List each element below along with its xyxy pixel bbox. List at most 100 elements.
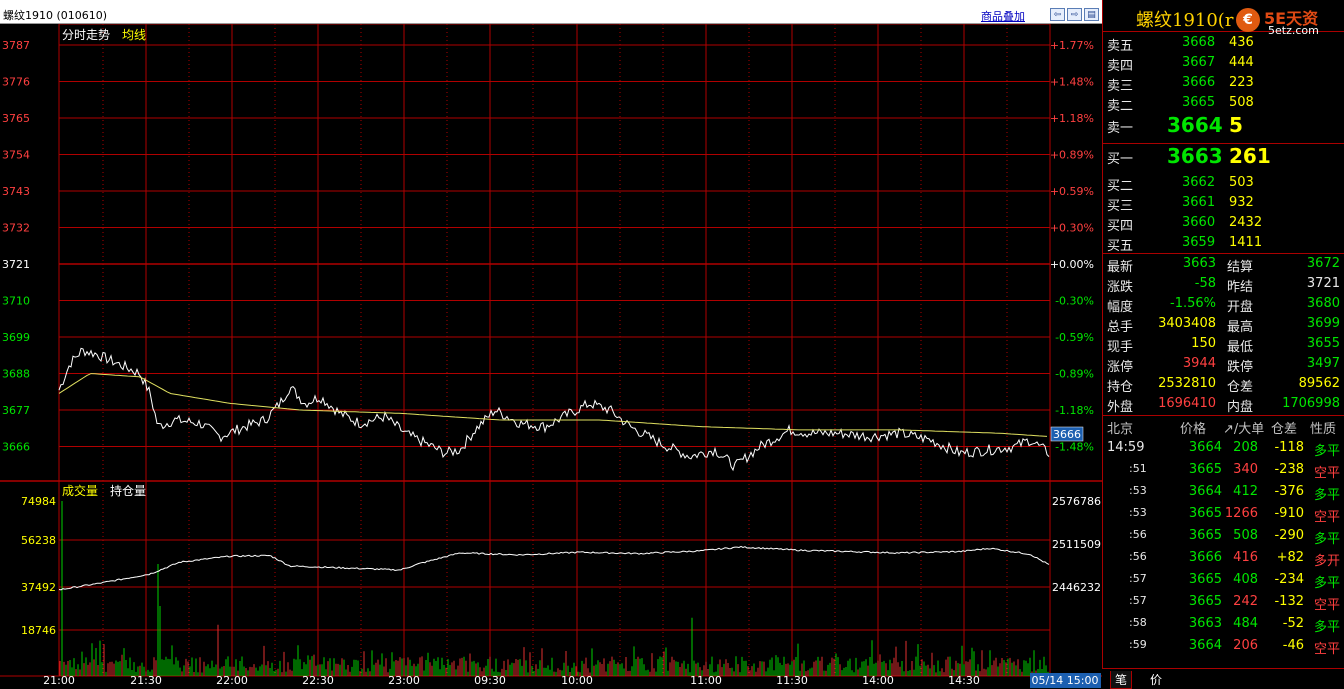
stat-row: 最新 3663 结算 3672 <box>1103 254 1344 275</box>
stat-value: 150 <box>1191 336 1216 351</box>
chart-grid <box>0 24 1102 677</box>
tick-price: 3665 <box>1188 594 1222 609</box>
tick-row: :53 3665 1266 -910 空平 <box>1103 504 1344 525</box>
tick-nature: 多平 <box>1313 620 1340 635</box>
tab-trades[interactable]: 笔 <box>1110 671 1133 689</box>
tick-time: :51 <box>1129 462 1147 475</box>
buy-price: 3663 <box>1167 144 1223 168</box>
stat-label: 昨结 <box>1227 280 1254 295</box>
price-tick-left: 3699 <box>2 331 30 344</box>
stat-value: 3721 <box>1306 276 1340 291</box>
sell-price: 3668 <box>1182 35 1216 50</box>
sell-label: 卖五 <box>1107 39 1134 54</box>
tick-price: 3664 <box>1188 638 1222 653</box>
contract-title: 螺纹1910(r <box>1136 10 1234 31</box>
current-price-tag: 3666 <box>1053 428 1081 441</box>
price-tick-left: 3776 <box>2 76 30 89</box>
prev-arrow-icon[interactable]: ⇦ <box>1050 8 1065 21</box>
next-arrow-icon[interactable]: ⇨ <box>1067 8 1082 21</box>
sell-volume: 436 <box>1229 35 1254 50</box>
stat-row: 涨停 3944 跌停 3497 <box>1103 354 1344 375</box>
buy-price: 3662 <box>1182 175 1216 190</box>
tick-oi-diff: -290 <box>1274 528 1304 543</box>
time-label: 22:30 <box>302 674 334 687</box>
tick-time: :56 <box>1129 528 1147 541</box>
pct-tick-right: -0.30% <box>1055 295 1094 308</box>
chart-title: 分时走势 <box>62 28 110 42</box>
tick-oi-diff: -910 <box>1274 506 1304 521</box>
buy-price: 3659 <box>1182 235 1216 250</box>
col-oi-diff: 仓差 <box>1271 422 1298 437</box>
col-volume: ↗/大单 <box>1223 422 1265 437</box>
stat-value: 3663 <box>1182 256 1216 271</box>
site-logo: € 5E天资 5etz.com <box>1234 5 1344 37</box>
ticks-header: 北京 价格 ↗/大单 仓差 性质 <box>1103 416 1344 437</box>
pct-tick-right: +1.18% <box>1050 112 1094 125</box>
panel-toggle-icon[interactable]: ▤ <box>1084 8 1099 21</box>
tick-volume: 484 <box>1233 616 1258 631</box>
price-line <box>58 347 1050 472</box>
tick-time: :58 <box>1129 616 1147 629</box>
buy-level-4: 买四 3660 2432 <box>1103 213 1344 234</box>
buy-label: 买五 <box>1107 239 1134 254</box>
sell-volume: 223 <box>1229 75 1254 90</box>
tick-price: 3665 <box>1188 528 1222 543</box>
pct-tick-right: -0.59% <box>1055 331 1094 344</box>
average-price-line <box>58 373 1048 437</box>
price-tick-left: 3710 <box>2 295 30 308</box>
sell-price: 3664 <box>1167 113 1223 137</box>
tick-nature: 多平 <box>1313 488 1340 503</box>
stat-row: 总手 3403408 最高 3699 <box>1103 314 1344 335</box>
tick-row: :57 3665 242 -132 空平 <box>1103 592 1344 613</box>
tick-volume: 206 <box>1233 638 1258 653</box>
price-tick-left: 3666 <box>2 441 30 454</box>
time-label: 10:00 <box>561 674 593 687</box>
tick-nature: 多开 <box>1313 554 1340 569</box>
time-label: 23:00 <box>388 674 420 687</box>
tick-row: :58 3663 484 -52 多平 <box>1103 614 1344 635</box>
stat-label: 现手 <box>1107 340 1134 355</box>
volume-tick-left: 56238 <box>21 534 56 547</box>
buy-volume: 503 <box>1229 175 1254 190</box>
time-label: 09:30 <box>474 674 506 687</box>
tick-row: :56 3665 508 -290 多平 <box>1103 526 1344 547</box>
tick-row: :51 3665 340 -238 空平 <box>1103 460 1344 481</box>
stat-label: 结算 <box>1227 260 1254 275</box>
buy-level-5: 买五 3659 1411 <box>1103 233 1344 254</box>
sell-level-1: 卖一 3664 5 <box>1103 113 1344 137</box>
tick-row: :59 3664 206 -46 空平 <box>1103 636 1344 657</box>
tick-price: 3664 <box>1188 484 1222 499</box>
pct-tick-right: +1.48% <box>1050 76 1094 89</box>
volume-tick-left: 74984 <box>21 495 56 508</box>
date-tag: 05/14 15:00 <box>1032 674 1099 687</box>
time-label: 22:00 <box>216 674 248 687</box>
buy-price: 3660 <box>1182 215 1216 230</box>
time-label: 21:30 <box>130 674 162 687</box>
time-label: 11:30 <box>776 674 808 687</box>
intraday-chart[interactable]: 3787 +1.77% 3776 +1.48% 3765 +1.18% 3754 +0.89%… <box>0 24 1102 688</box>
stat-row: 涨跌 -58 昨结 3721 <box>1103 274 1344 295</box>
tick-volume: 1266 <box>1224 506 1258 521</box>
tick-volume: 208 <box>1233 440 1258 455</box>
pct-tick-right: -1.18% <box>1055 404 1094 417</box>
time-label: 14:30 <box>948 674 980 687</box>
stat-label: 最高 <box>1227 320 1254 335</box>
stat-label: 最新 <box>1107 260 1134 275</box>
tick-volume: 242 <box>1233 594 1258 609</box>
oi-tick-right: 2576786 <box>1052 495 1101 508</box>
chart-labels: 3787 +1.77% 3776 +1.48% 3765 +1.18% 3754 +0.89%… <box>2 28 1101 688</box>
pct-tick-right: +1.77% <box>1050 39 1094 52</box>
volume-tick-left: 37492 <box>21 581 56 594</box>
col-price: 价格 <box>1180 422 1207 437</box>
price-tick-left: 3754 <box>2 149 30 162</box>
product-overlay-link[interactable]: 商品叠加 <box>981 8 1025 24</box>
stat-value: -1.56% <box>1170 296 1216 311</box>
tick-nature: 多平 <box>1313 444 1340 459</box>
stat-value: -58 <box>1194 276 1216 291</box>
sell-label: 卖二 <box>1107 99 1134 114</box>
buy-volume: 932 <box>1229 195 1254 210</box>
stat-value: 3403408 <box>1158 316 1216 331</box>
open-interest-line <box>58 545 1050 591</box>
volume-tick-left: 18746 <box>21 624 56 637</box>
tab-prices[interactable]: 价 <box>1146 671 1166 688</box>
